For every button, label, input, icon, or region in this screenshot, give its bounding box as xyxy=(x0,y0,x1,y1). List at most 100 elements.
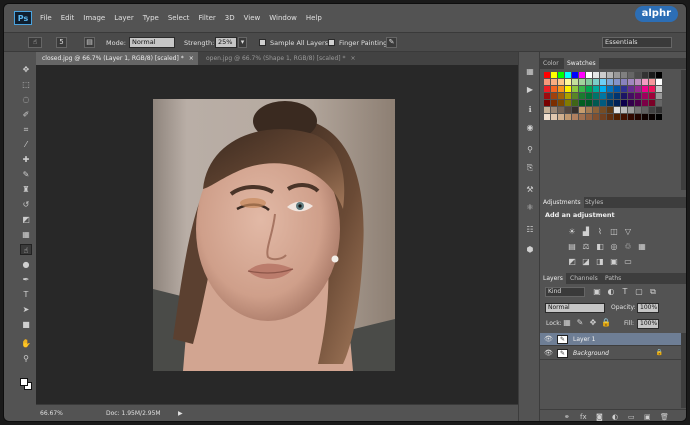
zoom-level[interactable]: 66.67% xyxy=(40,410,63,417)
filter-shape-icon[interactable]: ▢ xyxy=(634,287,644,297)
delete-layer-icon[interactable]: 🗑 xyxy=(660,413,669,421)
swatch[interactable] xyxy=(593,100,599,106)
swatch[interactable] xyxy=(558,79,564,85)
swatch[interactable] xyxy=(558,93,564,99)
swatch[interactable] xyxy=(635,79,641,85)
swatch[interactable] xyxy=(656,93,662,99)
menu-image[interactable]: Image xyxy=(83,14,105,22)
new-group-icon[interactable]: ▭ xyxy=(628,413,635,421)
swatch[interactable] xyxy=(628,107,634,113)
levels-icon[interactable]: ▟ xyxy=(581,227,591,237)
type-icon[interactable]: T xyxy=(20,289,32,300)
swatch[interactable] xyxy=(579,79,585,85)
swatch[interactable] xyxy=(579,93,585,99)
filter-smart-icon[interactable]: ⧉ xyxy=(648,287,658,297)
swatch[interactable] xyxy=(551,107,557,113)
swatch[interactable] xyxy=(649,114,655,120)
hue-saturation-icon[interactable]: ▤ xyxy=(567,242,577,252)
swatch[interactable] xyxy=(593,79,599,85)
tool-presets-icon[interactable]: ⚒ xyxy=(524,184,536,195)
swatch[interactable] xyxy=(642,72,648,78)
status-menu-arrow-icon[interactable]: ▶ xyxy=(178,410,183,417)
eye-icon[interactable]: 👁 xyxy=(544,349,553,357)
swatch[interactable] xyxy=(600,79,606,85)
swatch[interactable] xyxy=(593,114,599,120)
swatch[interactable] xyxy=(565,114,571,120)
brush-presets-icon[interactable]: ⚲ xyxy=(524,144,536,155)
swatch[interactable] xyxy=(572,107,578,113)
swatch[interactable] xyxy=(593,86,599,92)
swatch[interactable] xyxy=(621,86,627,92)
swatch[interactable] xyxy=(649,79,655,85)
swatch[interactable] xyxy=(593,72,599,78)
add-mask-icon[interactable]: ◙ xyxy=(596,413,603,421)
shape-icon[interactable]: ■ xyxy=(20,319,32,330)
swatch[interactable] xyxy=(642,107,648,113)
layer-row-layer-1[interactable]: 👁 ✎ Layer 1 xyxy=(540,333,686,346)
color-balance-icon[interactable]: ⚖ xyxy=(581,242,591,252)
swatch[interactable] xyxy=(565,86,571,92)
swatch[interactable] xyxy=(586,100,592,106)
menu-3d[interactable]: 3D xyxy=(225,14,235,22)
swatch[interactable] xyxy=(635,86,641,92)
workspace-select[interactable]: Essentials xyxy=(602,37,672,48)
swatch[interactable] xyxy=(551,72,557,78)
history-icon[interactable]: ▦ xyxy=(524,66,536,77)
channel-mixer-icon[interactable]: ♲ xyxy=(623,242,633,252)
hand-icon[interactable]: ✋ xyxy=(20,338,32,349)
swatch[interactable] xyxy=(628,114,634,120)
menu-filter[interactable]: Filter xyxy=(198,14,215,22)
swatch[interactable] xyxy=(628,86,634,92)
tab-layers[interactable]: Layers xyxy=(540,273,566,284)
mode-select[interactable]: Normal xyxy=(129,37,175,48)
canvas-area[interactable] xyxy=(36,65,518,404)
path-select-icon[interactable]: ➤ xyxy=(20,304,32,315)
brightness-icon[interactable]: ☀ xyxy=(567,227,577,237)
close-icon[interactable]: × xyxy=(189,55,194,62)
gradient-map-icon[interactable]: ▭ xyxy=(623,257,633,267)
swatch[interactable] xyxy=(565,93,571,99)
swatch[interactable] xyxy=(621,100,627,106)
swatch[interactable] xyxy=(579,114,585,120)
swatch[interactable] xyxy=(593,93,599,99)
swatch[interactable] xyxy=(586,79,592,85)
swatch[interactable] xyxy=(600,114,606,120)
swatch[interactable] xyxy=(572,86,578,92)
layer-style-icon[interactable]: fx xyxy=(580,413,587,421)
brush-icon[interactable]: ✎ xyxy=(20,169,32,180)
swatch[interactable] xyxy=(628,72,634,78)
swatch[interactable] xyxy=(649,107,655,113)
swatch[interactable] xyxy=(544,100,550,106)
swatches-scrollbar[interactable] xyxy=(681,70,686,190)
swatch[interactable] xyxy=(579,107,585,113)
crop-icon[interactable]: ⌗ xyxy=(20,124,32,135)
swatch[interactable] xyxy=(551,114,557,120)
menu-window[interactable]: Window xyxy=(269,14,297,22)
zoom-icon[interactable]: ⚲ xyxy=(20,353,32,364)
swatch[interactable] xyxy=(621,72,627,78)
info-icon[interactable]: ℹ xyxy=(524,104,536,115)
smudge-tool-preset-icon[interactable]: ☝ xyxy=(28,37,42,48)
brush-size-picker[interactable]: 5 xyxy=(56,37,67,48)
new-fill-layer-icon[interactable]: ◐ xyxy=(612,413,618,421)
swatch[interactable] xyxy=(614,100,620,106)
swatch[interactable] xyxy=(607,100,613,106)
tab-adjustments[interactable]: Adjustments xyxy=(540,197,584,208)
tab-paths[interactable]: Paths xyxy=(602,273,624,284)
lock-transparent-icon[interactable]: ▦ xyxy=(562,318,572,328)
swatch[interactable] xyxy=(621,79,627,85)
tab-swatches[interactable]: Swatches xyxy=(564,58,599,69)
swatch[interactable] xyxy=(558,114,564,120)
strength-slider-arrow-icon[interactable]: ▾ xyxy=(238,37,247,48)
swatch[interactable] xyxy=(607,93,613,99)
swatch[interactable] xyxy=(579,86,585,92)
menu-view[interactable]: View xyxy=(244,14,261,22)
menu-select[interactable]: Select xyxy=(168,14,190,22)
swatch[interactable] xyxy=(656,86,662,92)
swatch[interactable] xyxy=(600,86,606,92)
swatch[interactable] xyxy=(600,93,606,99)
swatch[interactable] xyxy=(572,100,578,106)
layer-row-background[interactable]: 👁 ✎ Background 🔒 xyxy=(540,347,686,360)
photo-filter-icon[interactable]: ◎ xyxy=(609,242,619,252)
swatch[interactable] xyxy=(600,107,606,113)
